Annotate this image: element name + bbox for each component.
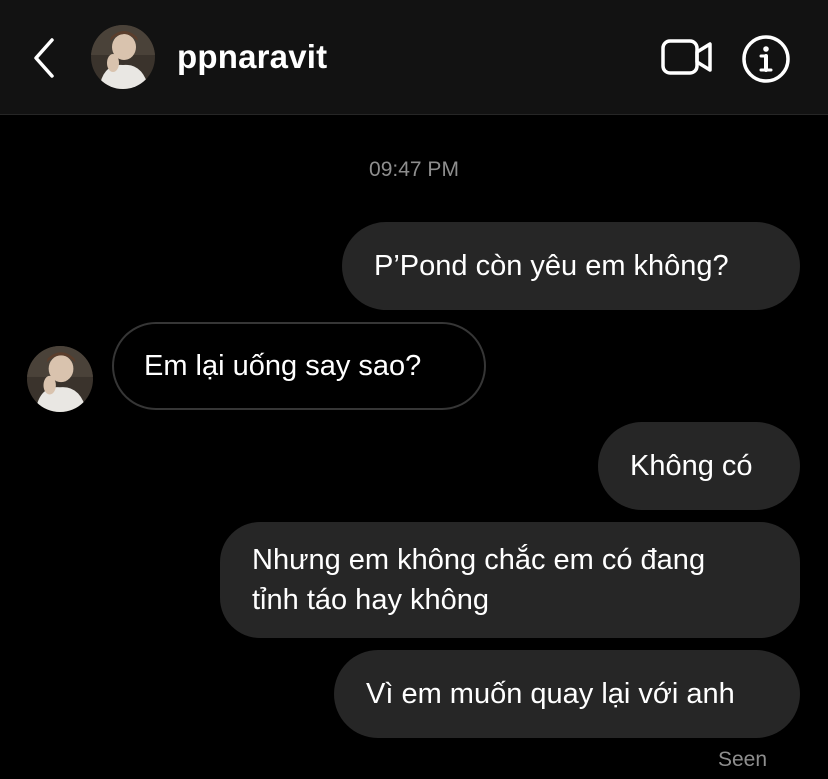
message-text: P’Pond còn yêu em không? — [374, 250, 729, 282]
chat-header: ppnaravit — [0, 0, 828, 115]
message-text-line: tỉnh táo hay không — [252, 584, 490, 616]
outgoing-message[interactable]: P’Pond còn yêu em không? — [342, 222, 800, 310]
message-text: Không có — [630, 450, 753, 482]
avatar[interactable] — [91, 25, 155, 89]
back-button[interactable] — [26, 34, 66, 82]
message-timestamp: 09:47 PM — [369, 158, 459, 181]
incoming-message[interactable]: Em lại uống say sao? — [112, 322, 486, 410]
message-text: Em lại uống say sao? — [144, 350, 422, 382]
username[interactable]: ppnaravit — [177, 38, 327, 76]
chevron-left-icon — [34, 38, 54, 78]
outgoing-message[interactable]: Không có — [598, 422, 800, 510]
video-camera-icon — [661, 39, 712, 75]
info-circle-icon — [742, 35, 790, 83]
outgoing-message[interactable]: Vì em muốn quay lại với anh — [334, 650, 800, 738]
info-button[interactable] — [740, 33, 792, 85]
seen-status: Seen — [717, 748, 767, 771]
sender-avatar[interactable] — [27, 346, 93, 412]
message-text-line: Nhưng em không chắc em có đang — [252, 544, 706, 576]
video-call-button[interactable] — [660, 37, 714, 79]
outgoing-message[interactable]: Nhưng em không chắc em có đang tỉnh táo … — [220, 522, 800, 638]
message-text: Vì em muốn quay lại với anh — [366, 678, 735, 710]
